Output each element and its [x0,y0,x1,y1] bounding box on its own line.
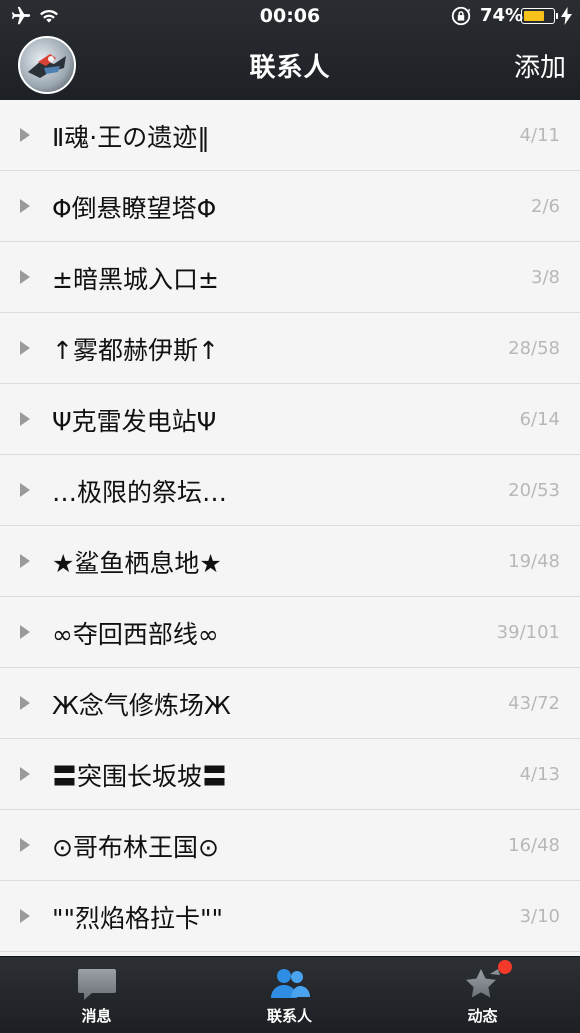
group-online-count: 3/10 [519,906,560,927]
expand-arrow-icon [20,696,30,710]
group-name: ★鲨鱼栖息地★ [52,549,222,578]
expand-arrow-icon [20,554,30,568]
group-online-count: 16/48 [508,835,560,856]
expand-arrow-icon [20,199,30,213]
expand-arrow-icon [20,341,30,355]
battery-percent: 74% [480,5,524,26]
group-name: Φ倒悬瞭望塔Φ [52,194,217,223]
group-row[interactable]: Ж念气修炼场Ж 43/72 [0,668,580,739]
orientation-lock-icon [451,6,471,26]
add-button[interactable]: 添加 [514,47,566,84]
expand-arrow-icon [20,270,30,284]
group-row[interactable]: Ψ克雷发电站Ψ 6/14 [0,384,580,455]
group-row[interactable]: 〓突围长坂坡〓 4/13 [0,739,580,810]
group-name: Ⅱ魂·王の遗迹‖ [52,123,210,152]
group-name: Ж念气修炼场Ж [52,691,231,720]
tab-contacts[interactable]: 联系人 [193,957,386,1033]
battery-fill [524,11,544,21]
group-name: ⊙哥布林王国⊙ [52,833,219,862]
notification-badge [498,960,512,974]
group-row[interactable]: …极限的祭坛… 20/53 [0,455,580,526]
group-online-count: 2/6 [531,196,560,217]
group-online-count: 4/13 [519,764,560,785]
group-online-count: 4/11 [519,125,560,146]
group-online-count: 39/101 [496,622,560,643]
expand-arrow-icon [20,909,30,923]
navigation-bar: 联系人 添加 [0,32,580,100]
tab-contacts-label: 联系人 [266,1007,312,1025]
status-bar: 00:06 74% [0,0,580,32]
expand-arrow-icon [20,128,30,142]
battery-icon [521,8,555,24]
battery-tip [556,13,558,19]
group-name: ""烈焰格拉卡"" [52,904,223,933]
top-bar: 00:06 74% 联系人 添加 [0,0,580,101]
group-name: …极限的祭坛… [52,478,228,507]
expand-arrow-icon [20,412,30,426]
page-title: 联系人 [249,53,331,83]
group-online-count: 19/48 [508,551,560,572]
star-icon [465,969,500,998]
contact-group-list[interactable]: Ⅱ魂·王の遗迹‖ 4/11 Φ倒悬瞭望塔Φ 2/6 ±暗黑城入口± 3/8 ↑雾… [0,100,580,956]
tab-bar: 消息 联系人 动态 [0,956,580,1033]
expand-arrow-icon [20,838,30,852]
chat-bubble-icon [77,969,116,1000]
expand-arrow-icon [20,625,30,639]
charging-icon [561,7,572,25]
tab-feed[interactable]: 动态 [386,957,579,1033]
group-row[interactable]: ""烈焰格拉卡"" 3/10 [0,881,580,952]
group-row[interactable]: ∞夺回西部线∞ 39/101 [0,597,580,668]
tab-messages-label: 消息 [81,1007,112,1025]
group-row[interactable]: ⊙哥布林王国⊙ 16/48 [0,810,580,881]
tab-feed-label: 动态 [467,1007,498,1025]
group-row[interactable]: Φ倒悬瞭望塔Φ 2/6 [0,171,580,242]
tab-messages[interactable]: 消息 [0,957,193,1033]
contacts-icon [270,969,310,998]
group-row[interactable]: ↑雾都赫伊斯↑ 28/58 [0,313,580,384]
group-online-count: 3/8 [531,267,560,288]
group-online-count: 6/14 [519,409,560,430]
group-name: ↑雾都赫伊斯↑ [52,336,219,365]
group-row[interactable]: ±暗黑城入口± 3/8 [0,242,580,313]
expand-arrow-icon [20,483,30,497]
group-online-count: 20/53 [508,480,560,501]
group-row[interactable]: Ⅱ魂·王の遗迹‖ 4/11 [0,100,580,171]
expand-arrow-icon [20,767,30,781]
group-name: ±暗黑城入口± [52,265,219,294]
group-name: 〓突围长坂坡〓 [52,762,228,791]
group-name: ∞夺回西部线∞ [52,620,219,649]
group-online-count: 28/58 [508,338,560,359]
group-row[interactable]: ★鲨鱼栖息地★ 19/48 [0,526,580,597]
group-name: Ψ克雷发电站Ψ [52,407,217,436]
group-online-count: 43/72 [508,693,560,714]
